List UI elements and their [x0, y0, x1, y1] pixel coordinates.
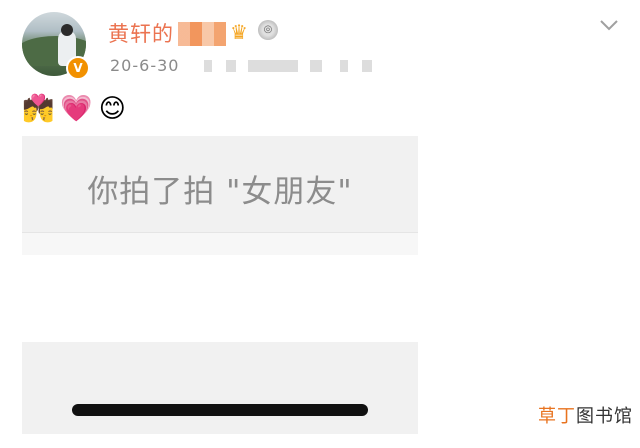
bottom-panel — [22, 342, 418, 434]
avatar-head — [61, 24, 73, 36]
medal-icon[interactable]: ◎ — [258, 20, 278, 40]
pat-notice-text: 你拍了拍 "女朋友" — [87, 174, 353, 210]
post-timestamp: 20-6-30 — [110, 56, 180, 75]
post-content-emojis: 💏 💗 😊 — [22, 92, 132, 126]
chevron-down-icon[interactable] — [598, 14, 620, 36]
watermark-part-1: 草丁 — [538, 406, 576, 427]
site-watermark: 草丁图书馆 — [538, 402, 633, 428]
heart-emoji: 💗 — [60, 94, 93, 124]
watermark-part-2: 图书馆 — [576, 406, 633, 427]
kiss-emoji: 💏 — [22, 94, 55, 124]
redacted-source-blur — [310, 60, 322, 72]
redacted-source-blur — [362, 60, 372, 72]
smile-emoji: 😊 — [98, 94, 126, 124]
pat-notice-card: 你拍了拍 "女朋友" — [22, 136, 418, 232]
username-mosaic-redaction — [178, 22, 226, 46]
verified-badge-icon: V — [66, 56, 90, 80]
crown-icon[interactable]: ♛ — [230, 20, 248, 44]
home-indicator[interactable] — [72, 404, 368, 416]
pat-notice-footer — [22, 233, 418, 255]
redacted-source-blur — [204, 60, 212, 72]
username[interactable]: 黄轩的 — [108, 18, 174, 48]
redacted-source-blur — [226, 60, 236, 72]
redacted-source-blur — [340, 60, 348, 72]
redacted-source-blur — [248, 60, 298, 72]
